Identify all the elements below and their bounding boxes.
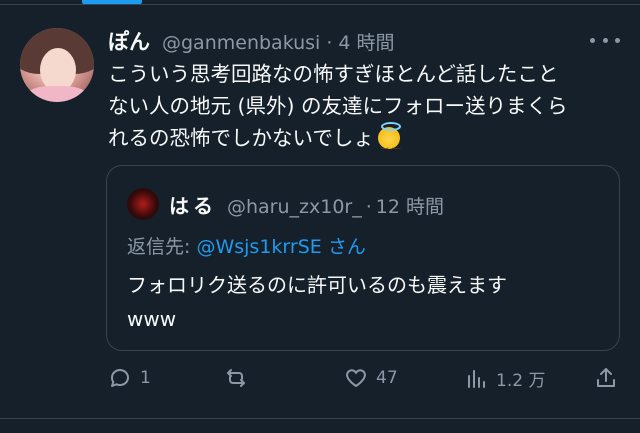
views-button[interactable]: 1.2 万 (464, 366, 545, 391)
reply-prefix: 返信先: (127, 236, 191, 258)
author-avatar[interactable] (20, 28, 94, 102)
quote-header-separator: · (365, 196, 372, 218)
tweet-action-bar: 1 47 1.2 万 (106, 366, 620, 396)
quote-author-name[interactable]: はる (169, 190, 217, 219)
avatar-shirt (24, 86, 90, 102)
tweet-text-line: れるの恐怖でしかないでしょ (108, 126, 374, 150)
retweet-button[interactable] (224, 366, 256, 390)
share-button[interactable] (594, 366, 618, 390)
tweet-header: ぽん @ganmenbakusi · 4 時間 (108, 26, 395, 56)
views-bar-chart-icon (468, 369, 485, 388)
view-count: 1.2 万 (496, 371, 546, 391)
quote-text-line: フォロリク送るのに許可いるのも震えます (127, 273, 507, 297)
header-separator: · (326, 32, 333, 54)
quote-timestamp[interactable]: 12 時間 (376, 192, 444, 219)
reply-mention-link[interactable]: @Wsjs1krrSE (196, 236, 321, 258)
quote-body: フォロリク送るのに許可いるのも震えます www (127, 268, 597, 336)
like-button[interactable]: 47 (344, 366, 398, 390)
more-options-icon[interactable] (590, 30, 620, 50)
top-divider (0, 4, 640, 5)
quoted-tweet-card[interactable]: はる @haru_zx10r_ · 12 時間 返信先: @Wsjs1krrSE… (106, 165, 620, 351)
more-dot (602, 37, 608, 43)
heart-icon (346, 369, 366, 387)
more-dot (590, 37, 595, 43)
author-name[interactable]: ぽん (108, 26, 150, 56)
reply-count: 1 (140, 368, 151, 388)
more-dot (615, 37, 620, 43)
reply-button[interactable]: 1 (108, 366, 151, 390)
like-count: 47 (376, 368, 398, 388)
quote-header: はる @haru_zx10r_ · 12 時間 (169, 190, 444, 219)
smiling-face-with-halo-icon (377, 122, 401, 161)
reply-icon (111, 369, 129, 387)
quote-text-line: www (127, 307, 177, 331)
quote-author-handle[interactable]: @haru_zx10r_ (227, 196, 362, 218)
reply-suffix: さん (327, 236, 366, 258)
share-icon (597, 368, 615, 387)
bottom-divider (0, 418, 640, 419)
retweet-icon (227, 369, 245, 387)
tweet-body: こういう思考回路なの怖すぎほとんど話したこと ない人の地元 (県外) の友達にフ… (108, 58, 628, 161)
tweet-timestamp[interactable]: 4 時間 (338, 28, 394, 55)
tweet-text-line-last: れるの恐怖でしかないでしょ (108, 122, 628, 161)
author-handle[interactable]: @ganmenbakusi (162, 32, 320, 54)
tweet-text-line: こういう思考回路なの怖すぎほとんど話したこと (108, 62, 559, 86)
quote-author-avatar[interactable] (127, 188, 159, 220)
reply-to-line: 返信先: @Wsjs1krrSE さん (127, 232, 366, 259)
tweet-text-line: ない人の地元 (県外) の友達にフォロー送りまくら (108, 94, 568, 118)
